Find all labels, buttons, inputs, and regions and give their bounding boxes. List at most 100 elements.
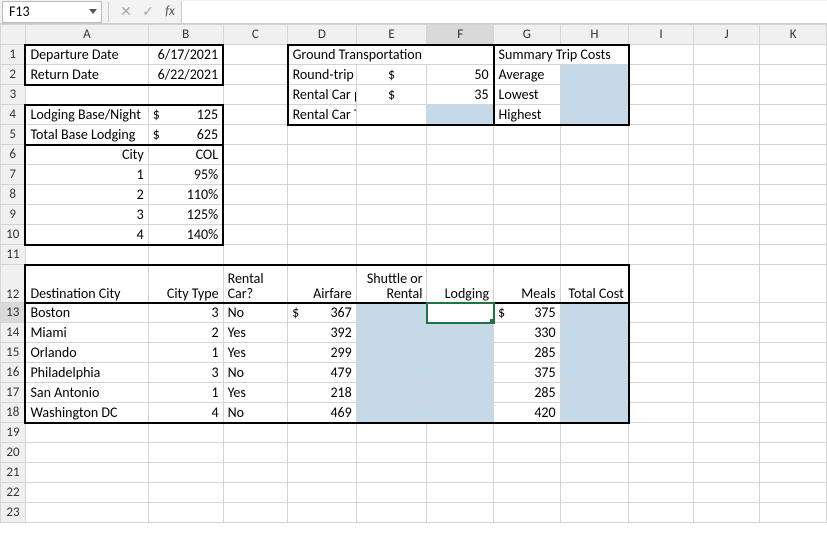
cell-C14[interactable]: Yes [223, 323, 287, 343]
cell-J23[interactable] [693, 503, 760, 523]
cell-I16[interactable] [629, 363, 693, 383]
cell-H22[interactable] [560, 483, 629, 503]
cell-G18[interactable]: 420 [494, 403, 561, 423]
row-header-18[interactable]: 18 [1, 403, 26, 423]
cell-K17[interactable] [760, 383, 827, 403]
cell-J13[interactable] [693, 303, 760, 323]
cell-J15[interactable] [693, 343, 760, 363]
cell-G21[interactable] [494, 463, 561, 483]
row-header-10[interactable]: 10 [1, 225, 26, 245]
cell-C17[interactable]: Yes [223, 383, 287, 403]
row-header-8[interactable]: 8 [1, 185, 26, 205]
cell-J22[interactable] [693, 483, 760, 503]
cell-C2[interactable] [223, 65, 287, 85]
cell-D17[interactable]: 218 [288, 383, 357, 403]
cell-G15[interactable]: 285 [494, 343, 561, 363]
cell-K21[interactable] [760, 463, 827, 483]
cell-A10[interactable]: 4 [25, 225, 148, 245]
cell-F15[interactable] [427, 343, 494, 363]
cell-G1[interactable]: Summary Trip Costs [494, 45, 629, 65]
cell-K12[interactable] [760, 265, 827, 303]
cell-F13[interactable] [427, 303, 494, 323]
row-header-11[interactable]: 11 [1, 245, 26, 265]
cell-B13[interactable]: 3 [148, 303, 223, 323]
cell-K3[interactable] [760, 85, 827, 105]
row-header-23[interactable]: 23 [1, 503, 26, 523]
cell-J21[interactable] [693, 463, 760, 483]
cell-D22[interactable] [288, 483, 357, 503]
row-header-9[interactable]: 9 [1, 205, 26, 225]
cell-B15[interactable]: 1 [148, 343, 223, 363]
col-header-A[interactable]: A [25, 25, 148, 45]
cell-A7[interactable]: 1 [25, 165, 148, 185]
cell-A3[interactable] [25, 85, 148, 105]
cell-D4[interactable]: Rental Car Total [288, 105, 357, 125]
cell-F14[interactable] [427, 323, 494, 343]
row-header-6[interactable]: 6 [1, 145, 26, 165]
cell-D14[interactable]: 392 [288, 323, 357, 343]
cell-D6[interactable] [288, 145, 357, 165]
cell-E22[interactable] [356, 483, 427, 503]
cell-D16[interactable]: 479 [288, 363, 357, 383]
cell-D20[interactable] [288, 443, 357, 463]
row-header-14[interactable]: 14 [1, 323, 26, 343]
cell-E13[interactable] [356, 303, 427, 323]
cell-A22[interactable] [25, 483, 148, 503]
cell-I20[interactable] [629, 443, 693, 463]
cell-I9[interactable] [629, 205, 693, 225]
cell-H23[interactable] [560, 503, 629, 523]
cell-H7[interactable] [560, 165, 629, 185]
cell-K23[interactable] [760, 503, 827, 523]
cell-F20[interactable] [427, 443, 494, 463]
cell-F17[interactable] [427, 383, 494, 403]
cell-J19[interactable] [693, 423, 760, 443]
cell-D21[interactable] [288, 463, 357, 483]
cell-E6[interactable] [356, 145, 427, 165]
cell-C4[interactable] [223, 105, 287, 125]
cell-K6[interactable] [760, 145, 827, 165]
cell-D18[interactable]: 469 [288, 403, 357, 423]
cell-G14[interactable]: 330 [494, 323, 561, 343]
cell-C18[interactable]: No [223, 403, 287, 423]
cell-E14[interactable] [356, 323, 427, 343]
cell-K19[interactable] [760, 423, 827, 443]
cell-B21[interactable] [148, 463, 223, 483]
cell-C1[interactable] [223, 45, 287, 65]
col-header-E[interactable]: E [356, 25, 427, 45]
row-header-5[interactable]: 5 [1, 125, 26, 145]
cell-H9[interactable] [560, 205, 629, 225]
cell-D10[interactable] [288, 225, 357, 245]
cell-I7[interactable] [629, 165, 693, 185]
cell-A11[interactable] [25, 245, 148, 265]
cell-F23[interactable] [427, 503, 494, 523]
cell-D5[interactable] [288, 125, 357, 145]
cell-G12[interactable]: Meals [494, 265, 561, 303]
row-header-15[interactable]: 15 [1, 343, 26, 363]
cell-I6[interactable] [629, 145, 693, 165]
cell-D13[interactable]: $367 [288, 303, 357, 323]
cell-H14[interactable] [560, 323, 629, 343]
cell-G20[interactable] [494, 443, 561, 463]
cell-J8[interactable] [693, 185, 760, 205]
cell-G6[interactable] [494, 145, 561, 165]
cell-C21[interactable] [223, 463, 287, 483]
cell-K14[interactable] [760, 323, 827, 343]
cell-G16[interactable]: 375 [494, 363, 561, 383]
cell-F16[interactable] [427, 363, 494, 383]
cell-H18[interactable] [560, 403, 629, 423]
cell-B16[interactable]: 3 [148, 363, 223, 383]
cell-H16[interactable] [560, 363, 629, 383]
cell-J1[interactable] [693, 45, 760, 65]
cell-E17[interactable] [356, 383, 427, 403]
name-box[interactable]: F13 [2, 1, 102, 23]
cell-E16[interactable] [356, 363, 427, 383]
cell-C11[interactable] [223, 245, 287, 265]
cell-H21[interactable] [560, 463, 629, 483]
cell-J16[interactable] [693, 363, 760, 383]
cell-E2[interactable]: $ [356, 65, 427, 85]
row-header-4[interactable]: 4 [1, 105, 26, 125]
cell-B18[interactable]: 4 [148, 403, 223, 423]
cell-F12[interactable]: Lodging [427, 265, 494, 303]
col-header-I[interactable]: I [629, 25, 693, 45]
cell-K18[interactable] [760, 403, 827, 423]
